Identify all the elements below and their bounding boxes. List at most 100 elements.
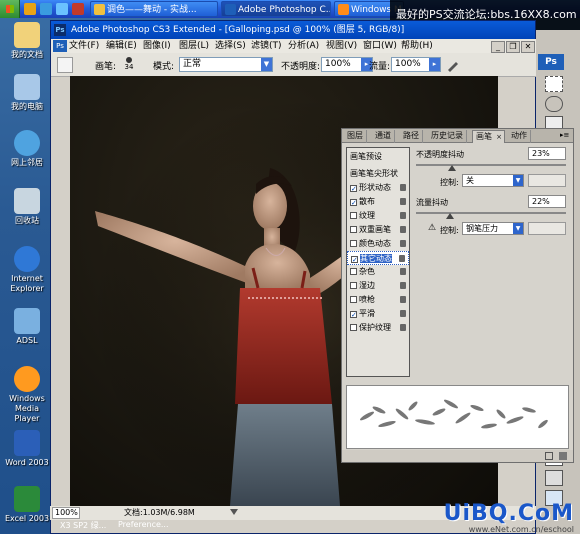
checkbox[interactable]	[350, 240, 357, 247]
brush-panel: 图层 通道 路径 历史记录 画笔 × 动作 ▸≡ 画笔预设 画笔笔尖形状 ✓ 形状动…	[341, 128, 574, 463]
list-item[interactable]: ✓ 形状动态	[347, 181, 409, 195]
desktop-icon-word[interactable]: Word 2003	[2, 430, 52, 468]
lock-icon[interactable]	[400, 212, 406, 219]
bottom-task[interactable]: X3 SP2 绿...	[60, 520, 106, 531]
status-arrow-icon[interactable]	[230, 509, 238, 517]
menubar: Ps 文件(F) 编辑(E) 图像(I) 图层(L) 选择(S) 滤镜(T) 分…	[51, 39, 537, 53]
flow-jitter-input[interactable]: 22%	[528, 195, 566, 208]
menu-help[interactable]: 帮助(H)	[401, 39, 433, 53]
checkbox[interactable]	[350, 212, 357, 219]
quicklaunch-ie-icon[interactable]	[40, 3, 52, 15]
bottom-task[interactable]: Preference...	[118, 520, 169, 529]
list-item[interactable]: 颜色动态	[347, 237, 409, 251]
list-item[interactable]: ✓ 平滑	[347, 307, 409, 321]
checkbox[interactable]	[350, 226, 357, 233]
menu-file[interactable]: 文件(F)	[69, 39, 99, 53]
tab-paths[interactable]: 路径	[400, 130, 423, 143]
menu-image[interactable]: 图像(I)	[143, 39, 171, 53]
desktop-icon-network[interactable]: 网上邻居	[2, 130, 52, 168]
quicklaunch-app-icon[interactable]	[72, 3, 84, 15]
lock-icon[interactable]	[400, 184, 406, 191]
checkbox[interactable]: ✓	[350, 185, 357, 193]
opacity-input[interactable]: 100% ▸	[321, 57, 373, 72]
list-item[interactable]: 湿边	[347, 279, 409, 293]
screen-mode-icon[interactable]	[545, 470, 563, 486]
slider-thumb-icon[interactable]	[448, 165, 456, 171]
lock-icon[interactable]	[400, 282, 406, 289]
brush-tip-shape-item[interactable]: 画笔笔尖形状	[347, 167, 409, 181]
brush-tool-icon[interactable]	[57, 57, 73, 73]
lock-icon[interactable]	[400, 240, 406, 247]
desktop-icon-adsl[interactable]: ADSL	[2, 308, 52, 346]
desktop-icon-excel[interactable]: Excel 2003	[2, 486, 52, 524]
quicklaunch-desktop-icon[interactable]	[56, 3, 68, 15]
restore-button[interactable]: ❐	[506, 41, 520, 53]
menu-filter[interactable]: 滤镜(T)	[251, 39, 282, 53]
opacity-jitter-input[interactable]: 23%	[528, 147, 566, 160]
list-item[interactable]: 双重画笔	[347, 223, 409, 237]
desktop-icon-recycle-bin[interactable]: 回收站	[2, 188, 52, 226]
mode-select[interactable]: 正常 ▼	[179, 57, 273, 72]
start-button[interactable]	[0, 0, 20, 18]
brush-size-picker[interactable]: 34	[121, 56, 137, 73]
flow-input[interactable]: 100% ▸	[391, 57, 441, 72]
list-item[interactable]: ✓ 散布	[347, 195, 409, 209]
desktop-icon-ie[interactable]: Internet Explorer	[2, 246, 52, 294]
tab-actions[interactable]: 动作	[508, 130, 531, 143]
control-select-flow[interactable]: 钢笔压力 ▼	[462, 222, 524, 235]
control-select-opacity[interactable]: 关 ▼	[462, 174, 524, 187]
menu-window[interactable]: 窗口(W)	[363, 39, 397, 53]
task-button-photoshop[interactable]: Adobe Photoshop C...	[221, 1, 331, 17]
checkbox[interactable]	[350, 296, 357, 303]
menu-edit[interactable]: 编辑(E)	[106, 39, 137, 53]
window-titlebar[interactable]: Ps Adobe Photoshop CS3 Extended - [Gallo…	[51, 21, 535, 39]
list-item[interactable]: 保护纹理	[347, 321, 409, 335]
tab-history[interactable]: 历史记录	[428, 130, 467, 143]
task-button[interactable]: 调色——舞动 - 实战...	[90, 1, 218, 17]
close-icon[interactable]: ×	[496, 131, 502, 143]
lock-icon[interactable]	[400, 324, 406, 331]
list-item[interactable]: 喷枪	[347, 293, 409, 307]
checkbox[interactable]: ✓	[350, 199, 357, 207]
lock-icon[interactable]	[400, 310, 406, 317]
flow-jitter-slider[interactable]	[416, 212, 566, 214]
tab-brushes[interactable]: 画笔 ×	[472, 130, 505, 143]
desktop-icon-my-documents[interactable]: 我的文档	[2, 22, 52, 60]
menu-select[interactable]: 选择(S)	[215, 39, 246, 53]
lock-icon[interactable]	[400, 296, 406, 303]
lock-icon[interactable]	[400, 268, 406, 275]
menu-view[interactable]: 视图(V)	[326, 39, 357, 53]
lock-icon[interactable]	[399, 255, 405, 262]
menu-layer[interactable]: 图层(L)	[179, 39, 209, 53]
close-button[interactable]: ✕	[521, 41, 535, 53]
minimize-button[interactable]: _	[491, 41, 505, 53]
list-item[interactable]: 纹理	[347, 209, 409, 223]
zoom-field[interactable]: 100%	[52, 507, 80, 519]
checkbox[interactable]	[350, 324, 357, 331]
flow-label: 流量:	[369, 62, 391, 72]
checkbox[interactable]: ✓	[350, 311, 357, 319]
tab-layers[interactable]: 图层	[344, 130, 367, 143]
desktop-icon-my-computer[interactable]: 我的电脑	[2, 74, 52, 112]
checkbox[interactable]: ✓	[351, 256, 358, 264]
list-item-selected[interactable]: ✓ 其它动态	[347, 251, 409, 265]
menu-analysis[interactable]: 分析(A)	[288, 39, 319, 53]
marquee-tool-icon[interactable]	[545, 76, 563, 92]
desktop-icon-media-player[interactable]: Windows Media Player	[2, 366, 52, 424]
tab-channels[interactable]: 通道	[372, 130, 395, 143]
quicklaunch-folder-icon[interactable]	[24, 3, 36, 15]
lock-icon[interactable]	[400, 198, 406, 205]
list-item[interactable]: 杂色	[347, 265, 409, 279]
airbrush-icon[interactable]	[446, 58, 460, 72]
trash-icon[interactable]	[559, 452, 567, 460]
slider-thumb-icon[interactable]	[446, 213, 454, 219]
opacity-jitter-slider[interactable]	[416, 164, 566, 166]
checkbox[interactable]	[350, 282, 357, 289]
panel-menu-icon[interactable]: ▸≡	[560, 130, 570, 140]
lasso-tool-icon[interactable]	[545, 96, 563, 112]
checkbox[interactable]	[350, 268, 357, 275]
toolbox-ps-logo: Ps	[538, 54, 564, 70]
new-preset-icon[interactable]	[545, 452, 553, 460]
lock-icon[interactable]	[400, 226, 406, 233]
brush-presets-item[interactable]: 画笔预设	[347, 150, 409, 164]
